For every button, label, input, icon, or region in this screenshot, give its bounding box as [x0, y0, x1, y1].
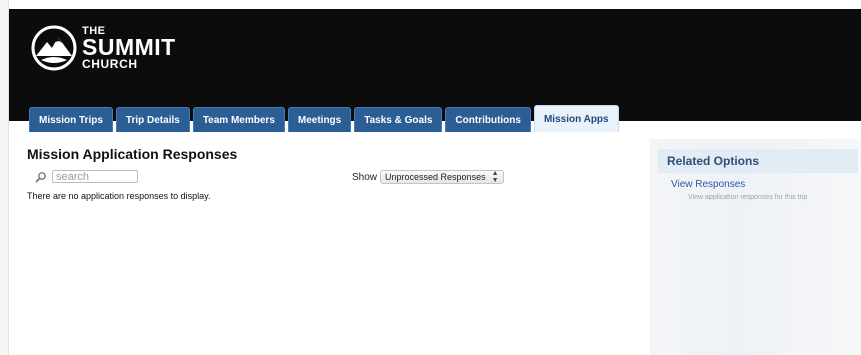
tab-team-members[interactable]: Team Members	[192, 107, 285, 132]
show-label: Show	[352, 171, 378, 183]
page: THE SUMMIT CHURCH Mission Trips Trip Det…	[0, 0, 861, 355]
tab-mission-trips[interactable]: Mission Trips	[29, 107, 113, 132]
tab-contributions[interactable]: Contributions	[445, 107, 531, 132]
related-options-panel: Related Options View Responses View appl…	[650, 139, 861, 355]
tab-meetings[interactable]: Meetings	[287, 107, 352, 132]
logo-wordmark: THE SUMMIT CHURCH	[82, 26, 176, 71]
tab-mission-apps[interactable]: Mission Apps	[533, 105, 619, 132]
view-responses-link[interactable]: View Responses	[671, 179, 745, 190]
page-title: Mission Application Responses	[27, 146, 238, 162]
empty-state-message: There are no application responses to di…	[27, 191, 211, 201]
show-filter: Show Unprocessed Responses ▲ ▼	[352, 170, 504, 184]
site-header: THE SUMMIT CHURCH Mission Trips Trip Det…	[9, 9, 861, 132]
logo-summit: SUMMIT	[82, 34, 176, 60]
view-responses-description: View application responses for this trip	[688, 194, 808, 201]
mountain-logo-icon	[31, 25, 77, 71]
window-left-edge	[0, 0, 9, 355]
select-arrows-icon: ▲ ▼	[491, 170, 499, 184]
search-icon	[35, 171, 46, 182]
related-options-title: Related Options	[658, 149, 858, 173]
tab-bar: Mission Trips Trip Details Team Members …	[29, 105, 619, 132]
main-content: Mission Application Responses Show Unpro…	[27, 146, 627, 201]
search-input[interactable]	[52, 170, 138, 183]
show-filter-selected: Unprocessed Responses	[385, 172, 486, 182]
tab-trip-details[interactable]: Trip Details	[115, 107, 190, 132]
search-box	[35, 170, 138, 183]
show-filter-select[interactable]: Unprocessed Responses ▲ ▼	[380, 170, 504, 184]
church-logo[interactable]: THE SUMMIT CHURCH	[31, 25, 176, 71]
tab-tasks-goals[interactable]: Tasks & Goals	[354, 107, 443, 132]
